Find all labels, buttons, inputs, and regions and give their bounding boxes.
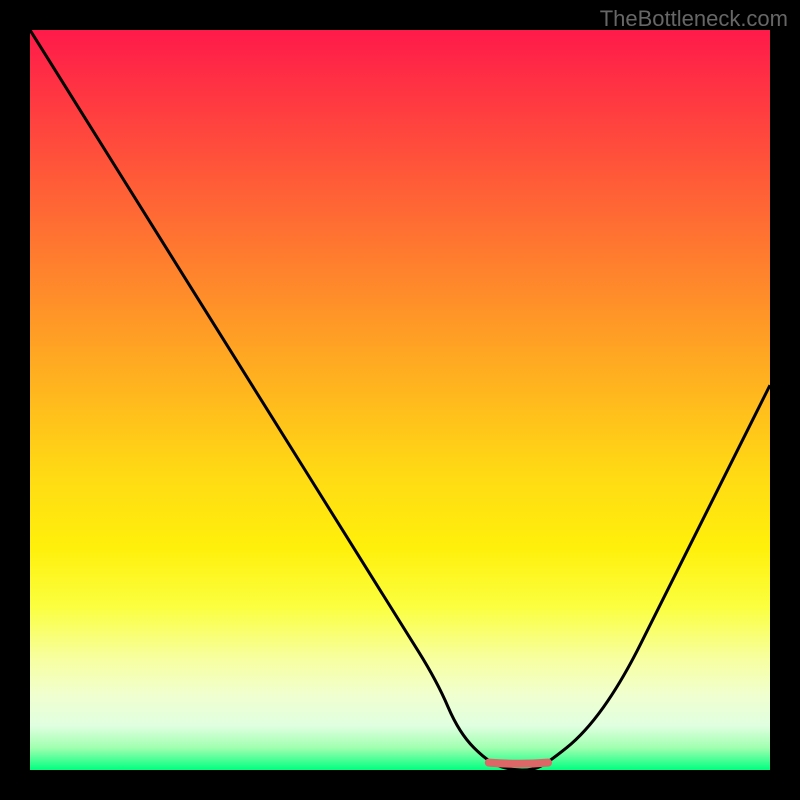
bottleneck-curve [30,30,770,770]
plot-area [30,30,770,770]
chart-svg [30,30,770,770]
watermark-text: TheBottleneck.com [600,6,788,32]
flat-region-highlight [489,763,548,764]
